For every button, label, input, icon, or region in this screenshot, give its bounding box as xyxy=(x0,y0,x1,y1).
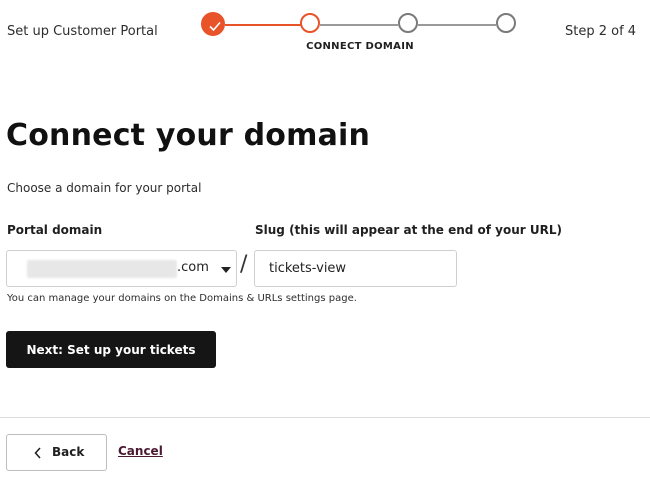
slug-label: Slug (this will appear at the end of you… xyxy=(255,223,562,237)
next-button[interactable]: Next: Set up your tickets xyxy=(6,331,216,368)
stepper-line-1 xyxy=(225,24,301,26)
stepper-line-2 xyxy=(320,24,398,26)
checkmark-icon xyxy=(209,21,221,32)
portal-domain-select[interactable]: .com xyxy=(6,250,237,287)
step-4 xyxy=(496,13,516,33)
domain-suffix: .com xyxy=(177,260,209,275)
back-button-label: Back xyxy=(52,445,85,459)
cancel-link[interactable]: Cancel xyxy=(118,444,163,458)
portal-domain-label: Portal domain xyxy=(7,223,103,237)
caret-down-icon xyxy=(221,267,231,273)
setup-page: Set up Customer Portal CONNECT DOMAIN St… xyxy=(0,0,650,477)
page-subtitle: Choose a domain for your portal xyxy=(7,181,202,195)
step-3 xyxy=(398,13,418,33)
slug-input[interactable] xyxy=(254,250,457,287)
url-separator: / xyxy=(240,252,248,277)
redacted-domain xyxy=(27,260,177,278)
stepper-line-3 xyxy=(418,24,496,26)
page-title: Connect your domain xyxy=(6,118,371,153)
chevron-left-icon xyxy=(34,447,41,459)
domain-help-text: You can manage your domains on the Domai… xyxy=(7,293,357,304)
progress-stepper: CONNECT DOMAIN xyxy=(0,0,650,60)
step-indicator: Step 2 of 4 xyxy=(565,24,637,39)
footer-divider xyxy=(0,417,650,418)
step-1-complete xyxy=(201,12,225,36)
current-step-label: CONNECT DOMAIN xyxy=(306,41,414,52)
step-2-current xyxy=(300,13,320,33)
back-button[interactable]: Back xyxy=(6,434,107,471)
